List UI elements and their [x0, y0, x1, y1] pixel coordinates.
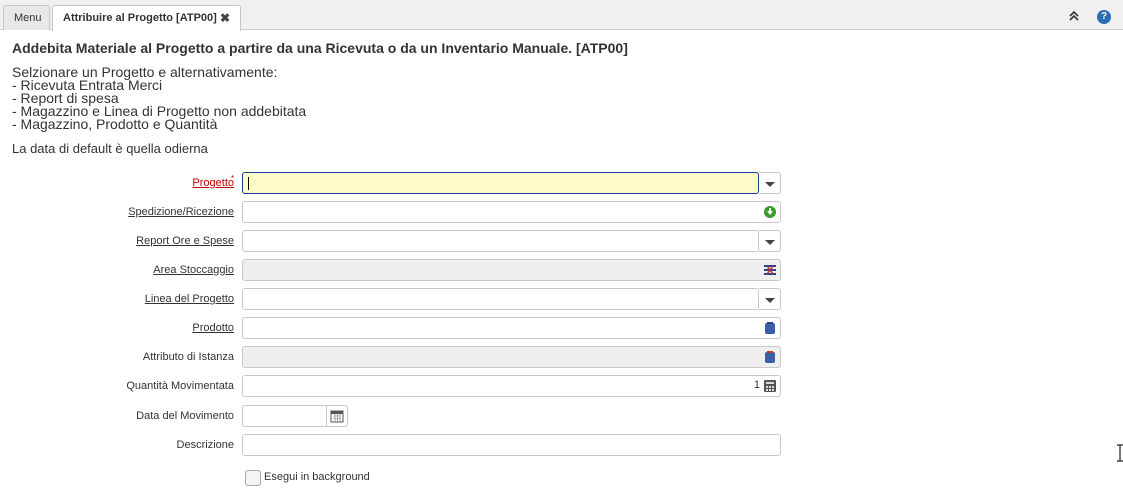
help-icon[interactable]: ?: [1097, 10, 1111, 24]
report-dropdown-button[interactable]: [759, 230, 781, 252]
calendar-button[interactable]: [327, 405, 348, 427]
progetto-input[interactable]: [242, 172, 759, 194]
tab-attribuire-progetto[interactable]: Attribuire al Progetto [ATP00] ✖: [52, 5, 241, 31]
attribute-icon[interactable]: [763, 350, 777, 364]
green-arrow-icon[interactable]: [763, 205, 777, 219]
data-input[interactable]: [242, 405, 327, 427]
calendar-icon: [330, 410, 344, 423]
prodotto-label[interactable]: Prodotto: [192, 322, 234, 334]
descrizione-label: Descrizione: [176, 439, 234, 451]
calculator-icon[interactable]: [763, 379, 777, 393]
text-cursor: [248, 177, 249, 190]
descrizione-input[interactable]: [242, 434, 781, 456]
quantita-value: 1: [753, 379, 760, 391]
quantita-input[interactable]: 1: [242, 375, 781, 397]
progetto-dropdown-button[interactable]: [759, 172, 781, 194]
caret-down-icon: [765, 182, 775, 187]
text-cursor-icon: [1117, 444, 1123, 462]
attributo-label: Attributo di Istanza: [142, 351, 234, 363]
linea-label[interactable]: Linea del Progetto: [145, 293, 234, 305]
default-date-note: La data di default è quella odierna: [12, 141, 208, 156]
locator-icon[interactable]: [763, 263, 777, 277]
quantita-label: Quantità Movimentata: [126, 380, 234, 392]
caret-down-icon: [765, 298, 775, 303]
tab-bar: Menu Attribuire al Progetto [ATP00] ✖ ?: [0, 0, 1123, 31]
report-input[interactable]: [242, 230, 759, 252]
spedizione-input[interactable]: [242, 201, 781, 223]
report-label[interactable]: Report Ore e Spese: [136, 235, 234, 247]
product-icon[interactable]: [763, 321, 777, 335]
caret-down-icon: [765, 240, 775, 245]
tab-menu[interactable]: Menu: [3, 5, 50, 30]
prodotto-input[interactable]: [242, 317, 781, 339]
required-marker: *: [231, 174, 235, 183]
linea-dropdown-button[interactable]: [759, 288, 781, 310]
background-checkbox[interactable]: [245, 470, 261, 486]
page-title: Addebita Materiale al Progetto a partire…: [12, 40, 628, 56]
background-checkbox-label[interactable]: Esegui in background: [264, 471, 370, 483]
linea-input[interactable]: [242, 288, 759, 310]
description-line: - Magazzino, Prodotto e Quantità: [12, 116, 218, 132]
tab-menu-label: Menu: [14, 12, 42, 24]
area-input: [242, 259, 781, 281]
spedizione-label[interactable]: Spedizione/Ricezione: [128, 206, 234, 218]
double-chevron-up-icon[interactable]: [1068, 10, 1080, 22]
close-icon[interactable]: ✖: [220, 6, 230, 30]
process-description: Selzionare un Progetto e alternativament…: [12, 65, 306, 132]
tab-active-label: Attribuire al Progetto [ATP00]: [63, 12, 217, 24]
data-label: Data del Movimento: [136, 410, 234, 422]
attributo-input: [242, 346, 781, 368]
progetto-label[interactable]: Progetto: [192, 177, 234, 189]
area-label[interactable]: Area Stoccaggio: [153, 264, 234, 276]
